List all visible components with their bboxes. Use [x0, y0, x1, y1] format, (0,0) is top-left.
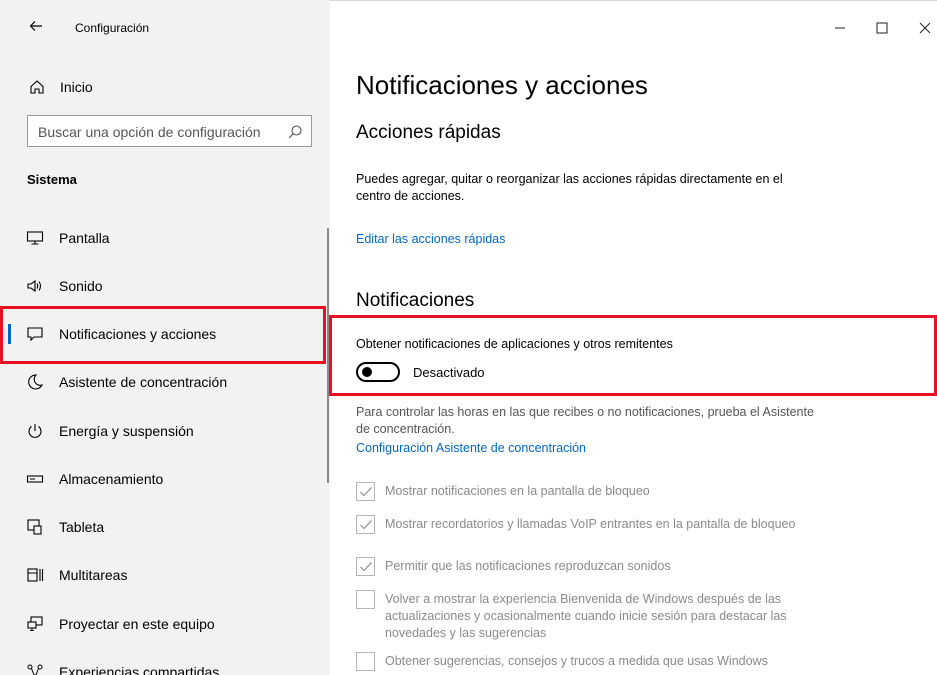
sidebar-item-energia[interactable]: Energía y suspensión: [0, 407, 330, 455]
sidebar-item-label: Tableta: [59, 519, 105, 535]
sidebar-item-asistente[interactable]: Asistente de concentración: [0, 358, 330, 406]
sidebar-item-proyectar[interactable]: Proyectar en este equipo: [0, 600, 330, 648]
speaker-icon: [26, 277, 44, 295]
checkmark-icon: [360, 520, 372, 530]
checkmark-icon: [360, 562, 372, 572]
minimize-button[interactable]: [825, 16, 855, 40]
maximize-button[interactable]: [867, 16, 897, 40]
highlight-box-sidebar: [0, 306, 326, 364]
focus-assist-description: Para controlar las horas en las que reci…: [356, 405, 814, 436]
focus-assist-link[interactable]: Configuración Asistente de concentración: [356, 441, 586, 455]
search-input[interactable]: Buscar una opción de configuración: [27, 115, 312, 147]
minimize-icon: [835, 27, 845, 29]
sidebar-item-label: Asistente de concentración: [59, 374, 228, 390]
page-title: Notificaciones y acciones: [356, 70, 648, 100]
highlight-box-toggle: [329, 315, 937, 396]
share-icon: [26, 663, 44, 675]
sidebar-item-label: Energía y suspensión: [59, 423, 194, 439]
search-placeholder: Buscar una opción de configuración: [38, 124, 261, 140]
checkmark-icon: [360, 487, 372, 497]
sidebar-item-tableta[interactable]: Tableta: [0, 503, 330, 551]
close-icon: [919, 22, 931, 34]
power-icon: [26, 422, 44, 440]
home-label: Inicio: [60, 79, 93, 95]
sidebar-item-home[interactable]: Inicio: [27, 75, 93, 99]
sidebar-item-label: Pantalla: [59, 230, 110, 246]
sidebar-item-almacenamiento[interactable]: Almacenamiento: [0, 455, 330, 503]
checkbox-label: Mostrar notificaciones en la pantalla de…: [385, 484, 650, 498]
sidebar-item-label: Experiencias compartidas: [59, 664, 220, 675]
monitor-icon: [26, 229, 44, 247]
sidebar-item-label: Almacenamiento: [59, 471, 164, 487]
app-title: Configuración: [75, 21, 150, 35]
tablet-icon: [26, 518, 44, 536]
sidebar-item-experiencias[interactable]: Experiencias compartidas: [0, 648, 330, 675]
checkbox-label: Permitir que las notificaciones reproduz…: [385, 559, 671, 573]
storage-icon: [26, 470, 44, 488]
maximize-icon: [876, 22, 888, 34]
checkbox-label: Mostrar recordatorios y llamadas VoIP en…: [385, 517, 796, 531]
moon-icon: [26, 373, 44, 391]
sidebar-item-label: Proyectar en este equipo: [59, 616, 215, 632]
back-button[interactable]: [28, 18, 48, 38]
close-button[interactable]: [910, 16, 937, 40]
multitask-icon: [26, 566, 44, 584]
checkbox[interactable]: [356, 652, 375, 671]
checkbox[interactable]: [356, 482, 375, 501]
arrow-left-icon: [29, 21, 42, 31]
checkbox-label: Volver a mostrar la experiencia Bienveni…: [385, 592, 787, 640]
sidebar-item-label: Sonido: [59, 278, 103, 294]
project-icon: [26, 615, 44, 633]
checkbox[interactable]: [356, 590, 375, 609]
quick-actions-heading: Acciones rápidas: [356, 122, 501, 143]
checkbox[interactable]: [356, 557, 375, 576]
home-icon: [27, 77, 47, 97]
notifications-heading: Notificaciones: [356, 290, 475, 311]
sidebar-item-pantalla[interactable]: Pantalla: [0, 214, 330, 262]
sidebar-item-label: Multitareas: [59, 567, 128, 583]
sidebar-item-sonido[interactable]: Sonido: [0, 262, 330, 310]
checkbox-label: Obtener sugerencias, consejos y trucos a…: [385, 654, 768, 668]
edit-quick-actions-link[interactable]: Editar las acciones rápidas: [356, 232, 505, 246]
sidebar-item-multitareas[interactable]: Multitareas: [0, 551, 330, 599]
quick-actions-description: Puedes agregar, quitar o reorganizar las…: [356, 172, 783, 203]
section-title: Sistema: [27, 172, 77, 187]
search-icon: [287, 124, 303, 140]
checkbox[interactable]: [356, 515, 375, 534]
